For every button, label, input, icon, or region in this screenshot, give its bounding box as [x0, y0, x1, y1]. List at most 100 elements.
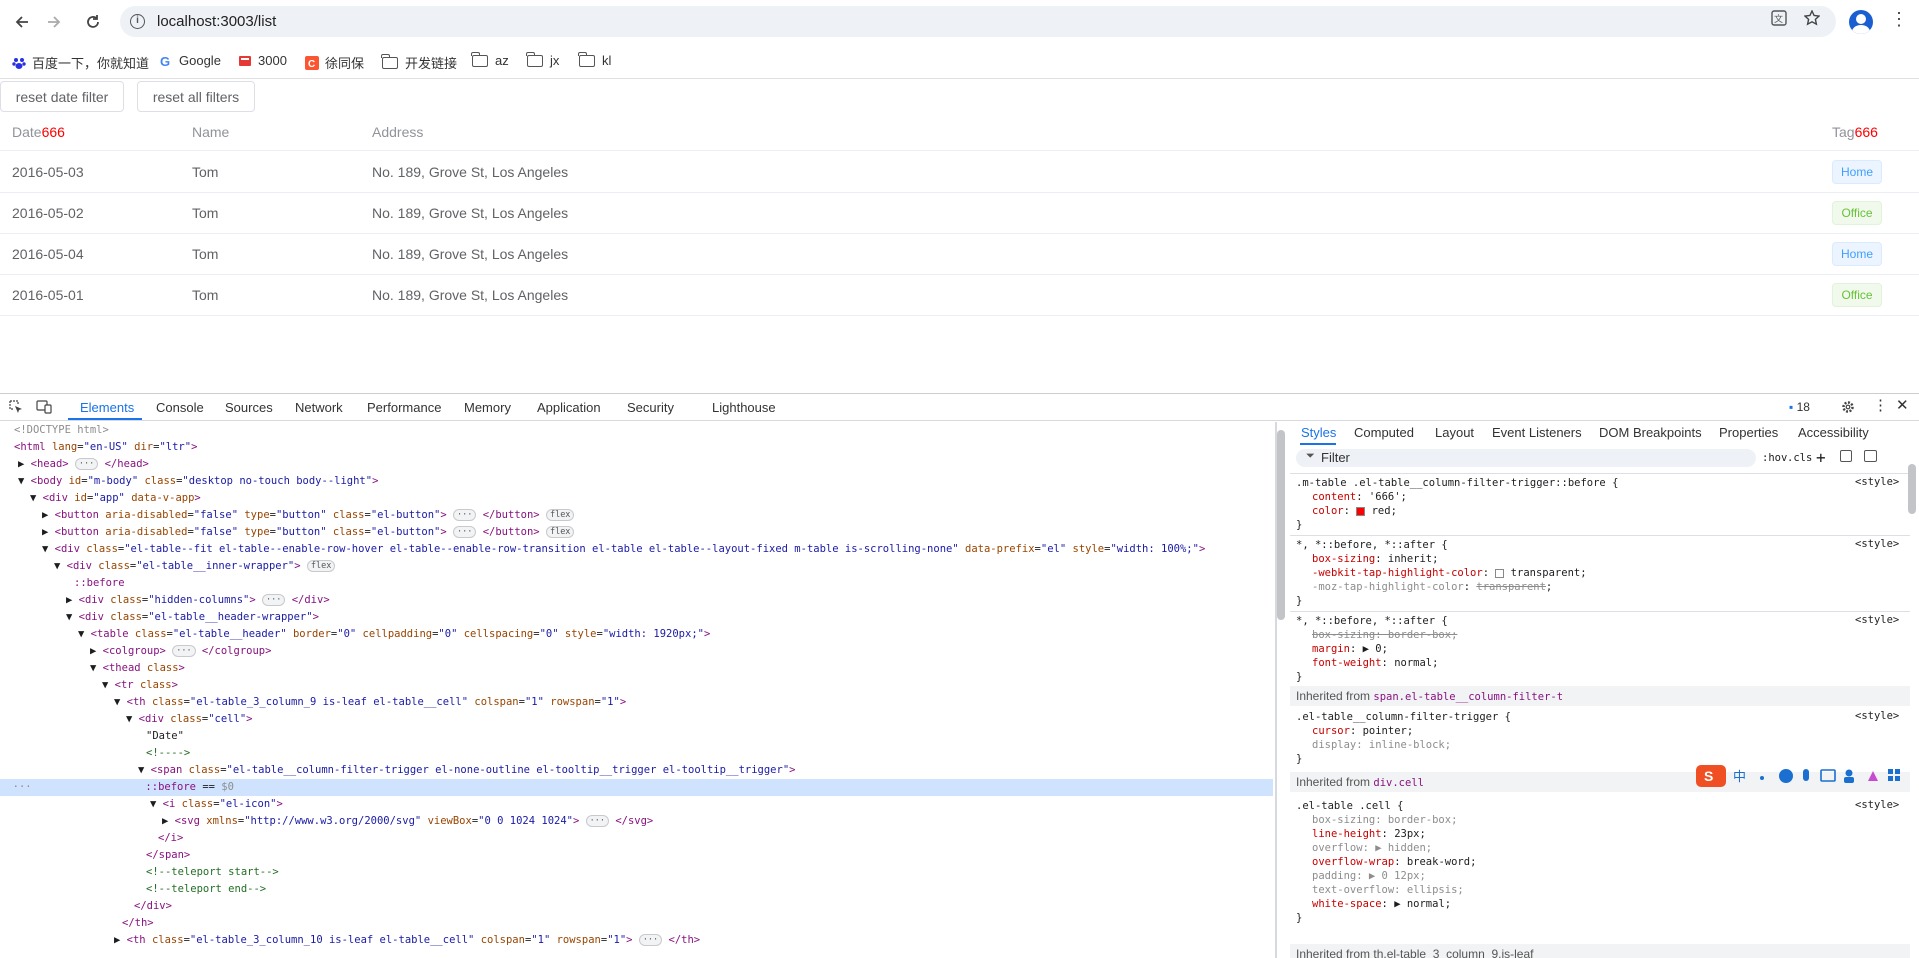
- dom-line[interactable]: ▼ <div class="el-table__inner-wrapper"> …: [54, 558, 336, 575]
- dom-line[interactable]: ▶ <colgroup> ··· </colgroup>: [90, 643, 271, 660]
- translate-icon[interactable]: 文: [1771, 10, 1787, 29]
- dom-line[interactable]: ▼ <tr class>: [102, 677, 178, 694]
- ime-toolbar[interactable]: S 中: [1696, 762, 1919, 790]
- dom-line[interactable]: ▶ <button aria-disabled="false" type="bu…: [42, 524, 575, 541]
- rule-selector[interactable]: .el-table .cell {: [1296, 799, 1403, 813]
- rule-declaration[interactable]: color: red;: [1312, 504, 1397, 518]
- rule-declaration[interactable]: box-sizing: border-box;: [1312, 813, 1457, 827]
- dom-line[interactable]: <!DOCTYPE html>: [14, 422, 109, 439]
- dom-line[interactable]: <html lang="en-US" dir="ltr">: [14, 439, 197, 456]
- table-row[interactable]: 2016-05-03 Tom No. 189, Grove St, Los An…: [0, 152, 1919, 193]
- tab-network[interactable]: Network: [295, 400, 343, 415]
- devtools-menu-icon[interactable]: ⋮: [1873, 396, 1888, 414]
- tab-properties[interactable]: Properties: [1719, 425, 1778, 440]
- settings-gear-icon[interactable]: [1841, 400, 1855, 414]
- bookmark-folder-az[interactable]: az: [471, 51, 509, 68]
- dom-line[interactable]: ▼ <span class="el-table__column-filter-t…: [138, 762, 795, 779]
- forward-icon[interactable]: [43, 11, 65, 33]
- tab-sources[interactable]: Sources: [225, 400, 273, 415]
- dom-line[interactable]: ▼ <div class="el-table--fit el-table--en…: [42, 541, 1205, 558]
- tab-event-listeners[interactable]: Event Listeners: [1492, 425, 1582, 440]
- elements-tree[interactable]: <!DOCTYPE html> <html lang="en-US" dir="…: [0, 422, 1275, 958]
- tab-lighthouse[interactable]: Lighthouse: [712, 400, 776, 415]
- device-toggle-icon[interactable]: [36, 400, 52, 414]
- dom-line[interactable]: <!--teleport start-->: [146, 864, 279, 881]
- tab-security[interactable]: Security: [627, 400, 674, 415]
- table-row[interactable]: 2016-05-04 Tom No. 189, Grove St, Los An…: [0, 234, 1919, 275]
- bookmark-folder-dev[interactable]: 开发链接: [381, 53, 457, 72]
- dom-line-selected[interactable]: ··· ::before == $0: [0, 779, 1273, 796]
- dom-line[interactable]: ▼ <div class="cell">: [126, 711, 252, 728]
- dom-line[interactable]: ▼ <thead class>: [90, 660, 185, 677]
- cls-toggle[interactable]: .cls: [1787, 452, 1812, 464]
- dom-line[interactable]: ▼ <table class="el-table__header" border…: [78, 626, 710, 643]
- tab-elements[interactable]: Elements: [80, 400, 134, 415]
- dom-line[interactable]: ▶ <head> ··· </head>: [18, 456, 149, 473]
- rule-declaration[interactable]: white-space: ▶ normal;: [1312, 897, 1451, 911]
- dom-line[interactable]: ▼ <div id="app" data-v-app>: [30, 490, 201, 507]
- bookmark-folder-kl[interactable]: kl: [578, 51, 611, 68]
- date-filter-trigger[interactable]: 666: [42, 124, 65, 140]
- style-source-link[interactable]: <style>: [1855, 614, 1899, 626]
- tab-styles[interactable]: Styles: [1301, 425, 1336, 440]
- elements-scrollbar[interactable]: [1277, 430, 1285, 620]
- style-source-link[interactable]: <style>: [1855, 799, 1899, 811]
- style-source-link[interactable]: <style>: [1855, 476, 1899, 488]
- styles-filter-input[interactable]: ⏷ Filter: [1296, 449, 1756, 467]
- rule-declaration[interactable]: padding: ▶ 0 12px;: [1312, 869, 1426, 883]
- dom-line[interactable]: </div>: [134, 898, 172, 915]
- tab-memory[interactable]: Memory: [464, 400, 511, 415]
- rule-declaration[interactable]: -moz-tap-highlight-color: transparent;: [1312, 580, 1552, 594]
- profile-avatar[interactable]: [1849, 10, 1873, 34]
- element-state-icon[interactable]: [1840, 450, 1852, 462]
- tab-console[interactable]: Console: [156, 400, 204, 415]
- dom-line[interactable]: ▼ <body id="m-body" class="desktop no-to…: [18, 473, 378, 490]
- dom-line[interactable]: </span>: [146, 847, 190, 864]
- inherited-selector[interactable]: div.cell: [1373, 777, 1424, 789]
- style-source-link[interactable]: <style>: [1855, 710, 1899, 722]
- rule-declaration[interactable]: font-weight: normal;: [1312, 656, 1438, 670]
- dom-line[interactable]: ▶ <div class="hidden-columns"> ··· </div…: [66, 592, 330, 609]
- inspect-element-icon[interactable]: [9, 400, 23, 414]
- rule-declaration[interactable]: overflow: ▶ hidden;: [1312, 841, 1432, 855]
- table-row[interactable]: 2016-05-02 Tom No. 189, Grove St, Los An…: [0, 193, 1919, 234]
- url-text[interactable]: localhost:3003/list: [157, 13, 276, 30]
- address-bar[interactable]: i localhost:3003/list: [120, 6, 1836, 37]
- hov-toggle[interactable]: :hov: [1762, 452, 1787, 464]
- tab-accessibility[interactable]: Accessibility: [1798, 425, 1869, 440]
- close-devtools-icon[interactable]: ✕: [1896, 396, 1909, 414]
- dom-line[interactable]: ▶ <th class="el-table_3_column_10 is-lea…: [114, 932, 700, 949]
- back-icon[interactable]: [11, 11, 33, 33]
- rule-declaration[interactable]: cursor: pointer;: [1312, 724, 1413, 738]
- dom-line[interactable]: <!---->: [146, 745, 190, 762]
- table-row[interactable]: 2016-05-01 Tom No. 189, Grove St, Los An…: [0, 275, 1919, 316]
- bookmark-baidu[interactable]: 百度一下，你就知道: [12, 53, 149, 72]
- dom-line[interactable]: ::before: [74, 575, 125, 592]
- rule-declaration[interactable]: content: '666';: [1312, 490, 1407, 504]
- rule-declaration[interactable]: overflow-wrap: break-word;: [1312, 855, 1476, 869]
- rule-selector[interactable]: .el-table__column-filter-trigger {: [1296, 710, 1511, 724]
- rule-declaration[interactable]: line-height: 23px;: [1312, 827, 1426, 841]
- reload-icon[interactable]: [82, 11, 104, 33]
- tag-filter-trigger[interactable]: 666: [1855, 124, 1878, 140]
- tab-application[interactable]: Application: [537, 400, 601, 415]
- sidebar-toggle-icon[interactable]: [1864, 450, 1877, 462]
- bookmark-3000[interactable]: 3000: [238, 53, 287, 68]
- bookmark-folder-jx[interactable]: jx: [526, 51, 559, 68]
- style-source-link[interactable]: <style>: [1855, 538, 1899, 550]
- dom-line[interactable]: ▼ <th class="el-table_3_column_9 is-leaf…: [114, 694, 626, 711]
- bookmark-google[interactable]: G Google: [159, 53, 221, 69]
- rule-selector[interactable]: .m-table .el-table__column-filter-trigge…: [1296, 476, 1618, 490]
- new-rule-icon[interactable]: +: [1816, 448, 1826, 467]
- rule-declaration[interactable]: margin: ▶ 0;: [1312, 642, 1388, 656]
- rule-selector[interactable]: *, *::before, *::after {: [1296, 614, 1448, 628]
- tab-dom-breakpoints[interactable]: DOM Breakpoints: [1599, 425, 1702, 440]
- tab-performance[interactable]: Performance: [367, 400, 441, 415]
- reset-all-filters-button[interactable]: reset all filters: [137, 81, 255, 112]
- styles-scrollbar[interactable]: [1908, 464, 1916, 514]
- dom-line[interactable]: ▶ <svg xmlns="http://www.w3.org/2000/svg…: [162, 813, 653, 830]
- dom-line[interactable]: <!--teleport end-->: [146, 881, 266, 898]
- issues-counter[interactable]: ▪ 18: [1789, 400, 1810, 414]
- dom-line[interactable]: ▶ <button aria-disabled="false" type="bu…: [42, 507, 575, 524]
- rule-declaration[interactable]: box-sizing: border-box;: [1312, 628, 1457, 642]
